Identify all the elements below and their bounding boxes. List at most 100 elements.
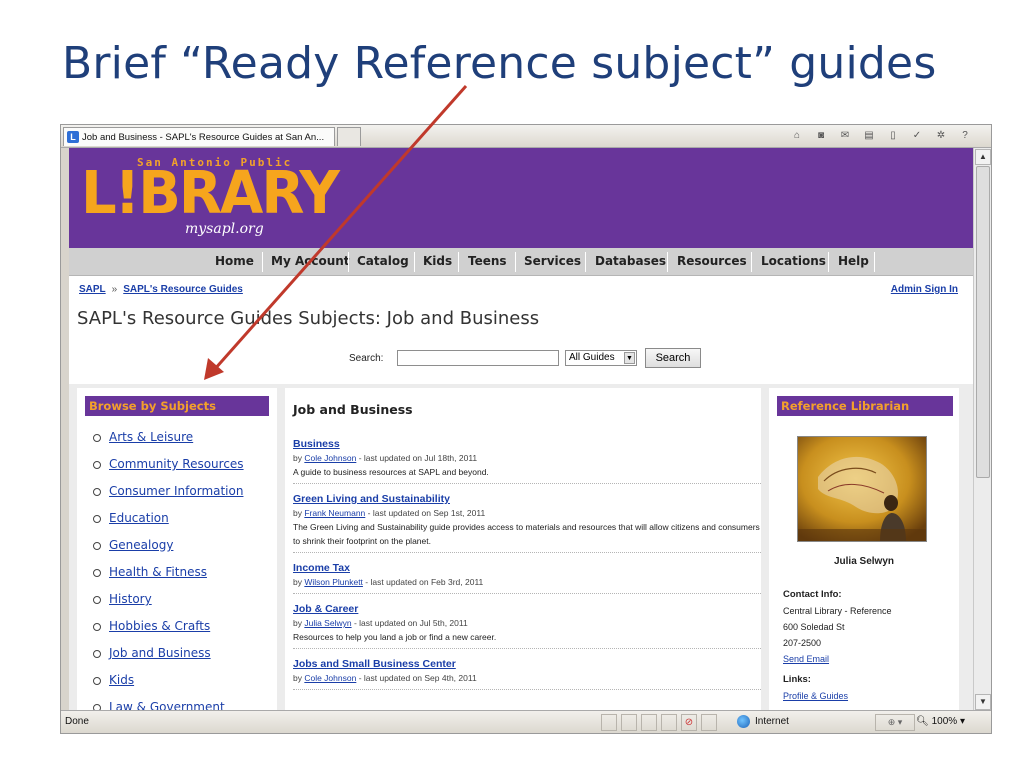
guide-item: Jobs and Small Business Center by Cole Jo… bbox=[293, 654, 761, 690]
subject-link[interactable]: History bbox=[109, 592, 152, 606]
guide-title-link[interactable]: Income Tax bbox=[293, 562, 350, 574]
subject-list: Arts & Leisure Community Resources Consume… bbox=[93, 430, 244, 711]
breadcrumb-separator: » bbox=[111, 284, 118, 295]
page-title: SAPL's Resource Guides Subjects: Job and… bbox=[77, 308, 540, 329]
guide-updated: last updated on Feb 3rd, 2011 bbox=[370, 577, 484, 587]
guide-updated: last updated on Sep 4th, 2011 bbox=[363, 673, 477, 683]
mail-icon[interactable]: ✉ bbox=[837, 128, 853, 143]
nav-services[interactable]: Services bbox=[524, 248, 581, 275]
nav-divider bbox=[262, 252, 263, 272]
guide-scope-select[interactable]: All Guides ▼ bbox=[565, 350, 637, 366]
guide-title-link[interactable]: Business bbox=[293, 438, 340, 450]
logo-wordmark: L!BRARY bbox=[81, 159, 340, 228]
guide-title-link[interactable]: Green Living and Sustainability bbox=[293, 493, 450, 505]
guide-title-link[interactable]: Jobs and Small Business Center bbox=[293, 658, 456, 670]
nav-divider bbox=[751, 252, 752, 272]
nav-catalog[interactable]: Catalog bbox=[357, 248, 409, 275]
guide-meta: by Frank Neumann - last updated on Sep 1… bbox=[293, 507, 761, 520]
subject-item: Kids bbox=[93, 673, 244, 700]
bullet-icon bbox=[93, 461, 101, 469]
guide-author-link[interactable]: Frank Neumann bbox=[304, 508, 365, 518]
guide-author-link[interactable]: Cole Johnson bbox=[304, 673, 356, 683]
subject-link[interactable]: Health & Fitness bbox=[109, 565, 207, 579]
guide-by-label: by bbox=[293, 453, 305, 463]
nav-home[interactable]: Home bbox=[215, 248, 254, 275]
guide-by-label: by bbox=[293, 618, 305, 628]
nav-teens[interactable]: Teens bbox=[468, 248, 507, 275]
contact-label: Contact Info: bbox=[783, 589, 842, 600]
browser-tab[interactable]: L Job and Business - SAPL's Resource Gui… bbox=[63, 127, 335, 146]
librarian-panel: Reference Librarian Julia Selwyn Contact… bbox=[769, 388, 959, 711]
guide-author-link[interactable]: Cole Johnson bbox=[304, 453, 356, 463]
tools-icon[interactable]: ✲ bbox=[933, 128, 949, 143]
nav-kids[interactable]: Kids bbox=[423, 248, 452, 275]
nav-my-account[interactable]: My Account bbox=[271, 248, 350, 275]
main-nav: Home My Account Catalog Kids Teens Servi… bbox=[69, 248, 974, 276]
new-tab-button[interactable] bbox=[337, 127, 361, 146]
guide-updated: last updated on Jul 18th, 2011 bbox=[363, 453, 478, 463]
zoom-level: 100% bbox=[931, 716, 958, 727]
nav-divider bbox=[667, 252, 668, 272]
print-icon[interactable]: ▤ bbox=[861, 128, 877, 143]
security-zone[interactable]: Internet bbox=[737, 711, 789, 733]
nav-locations[interactable]: Locations bbox=[761, 248, 826, 275]
contact-line: 600 Soledad St bbox=[783, 622, 845, 632]
guide-meta: by Cole Johnson - last updated on Jul 18… bbox=[293, 452, 761, 465]
nav-divider bbox=[585, 252, 586, 272]
subject-link[interactable]: Consumer Information bbox=[109, 484, 243, 498]
status-slot bbox=[621, 714, 637, 731]
scroll-up-icon[interactable]: ▲ bbox=[975, 149, 991, 165]
home-icon[interactable]: ⌂ bbox=[789, 128, 805, 143]
subject-link[interactable]: Arts & Leisure bbox=[109, 430, 193, 444]
scroll-thumb[interactable] bbox=[976, 166, 990, 478]
admin-sign-in-link[interactable]: Admin Sign In bbox=[891, 284, 958, 295]
status-slot bbox=[641, 714, 657, 731]
guide-description: The Green Living and Sustainability guid… bbox=[293, 522, 760, 546]
guide-item: Business by Cole Johnson - last updated o… bbox=[293, 434, 761, 484]
guide-scope-value: All Guides bbox=[569, 352, 615, 363]
guide-list: Business by Cole Johnson - last updated o… bbox=[293, 434, 761, 695]
profile-guides-link[interactable]: Profile & Guides bbox=[783, 691, 848, 701]
subject-link[interactable]: Community Resources bbox=[109, 457, 244, 471]
chevron-down-icon[interactable]: ▼ bbox=[624, 352, 635, 364]
help-icon[interactable]: ? bbox=[957, 128, 973, 143]
search-input[interactable] bbox=[397, 350, 559, 366]
subject-link[interactable]: Kids bbox=[109, 673, 134, 687]
subject-link[interactable]: Genealogy bbox=[109, 538, 173, 552]
guides-panel: Job and Business Business by Cole Johnson… bbox=[285, 388, 761, 711]
vertical-scrollbar[interactable]: ▲ ▼ bbox=[973, 148, 991, 711]
nav-databases[interactable]: Databases bbox=[595, 248, 666, 275]
scroll-down-icon[interactable]: ▼ bbox=[975, 694, 991, 710]
subject-link[interactable]: Education bbox=[109, 511, 169, 525]
status-slot bbox=[601, 714, 617, 731]
guide-updated: last updated on Sep 1st, 2011 bbox=[372, 508, 486, 518]
bullet-icon bbox=[93, 569, 101, 577]
guide-title-link[interactable]: Job & Career bbox=[293, 603, 358, 615]
links-label: Links: bbox=[783, 674, 811, 685]
popup-blocker-icon[interactable]: ⊘ bbox=[681, 714, 697, 731]
safety-icon[interactable]: ✓ bbox=[909, 128, 925, 143]
nav-help[interactable]: Help bbox=[838, 248, 869, 275]
subject-item: Genealogy bbox=[93, 538, 244, 565]
subject-link[interactable]: Hobbies & Crafts bbox=[109, 619, 210, 633]
subject-item: Community Resources bbox=[93, 457, 244, 484]
guide-meta-dash: - bbox=[365, 508, 373, 518]
contact-line: Central Library - Reference bbox=[783, 606, 892, 616]
page-icon[interactable]: ▯ bbox=[885, 128, 901, 143]
nav-resources[interactable]: Resources bbox=[677, 248, 747, 275]
library-logo[interactable]: San Antonio Public L!BRARY mysapl.org bbox=[81, 154, 340, 244]
feeds-icon[interactable]: ◙ bbox=[813, 128, 829, 143]
nav-divider bbox=[515, 252, 516, 272]
chevron-down-icon: ▾ bbox=[959, 716, 965, 727]
search-button[interactable]: Search bbox=[645, 348, 701, 368]
breadcrumb-sapl[interactable]: SAPL bbox=[79, 284, 106, 295]
subject-link[interactable]: Job and Business bbox=[109, 646, 211, 660]
send-email-link[interactable]: Send Email bbox=[783, 654, 829, 664]
breadcrumb-resource-guides[interactable]: SAPL's Resource Guides bbox=[123, 284, 243, 295]
zoom-control[interactable]: 🔍︎ 100% ▾ bbox=[916, 711, 965, 733]
protected-mode-icon[interactable]: ⊕ ▾ bbox=[875, 714, 915, 731]
guide-author-link[interactable]: Julia Selwyn bbox=[304, 618, 351, 628]
guide-author-link[interactable]: Wilson Plunkett bbox=[304, 577, 363, 587]
subject-item: Health & Fitness bbox=[93, 565, 244, 592]
site-header: San Antonio Public L!BRARY mysapl.org bbox=[69, 148, 974, 248]
